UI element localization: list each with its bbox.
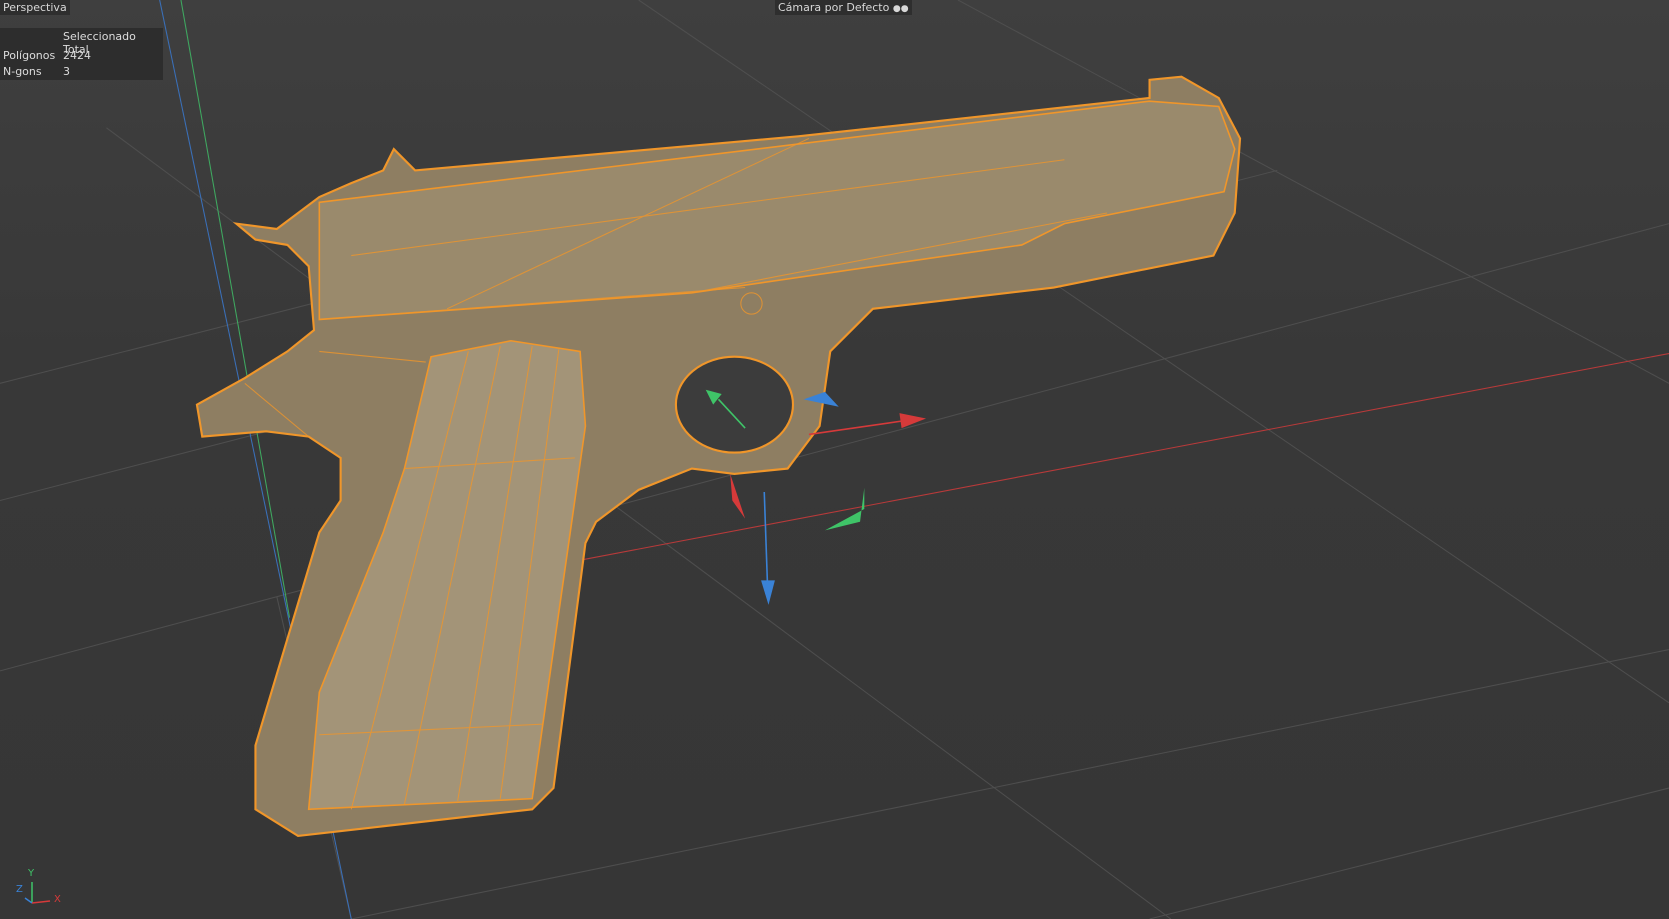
xy-plane-handle[interactable] [824,487,865,531]
hud-row-value: 2424 [63,49,91,62]
axis-z-label: Z [16,884,23,895]
camera-name: Cámara por Defecto [778,1,890,14]
hud-row-value: 3 [63,65,70,78]
scene-3d[interactable] [0,0,1669,919]
camera-name-label[interactable]: Cámara por Defecto ●● [775,0,912,15]
hud-row-label: Polígonos [3,49,56,62]
axis-indicator: Y X Z [10,868,70,913]
hud-row-label: N-gons [3,65,42,78]
viewport-perspective[interactable]: Perspectiva Cámara por Defecto ●● Selecc… [0,0,1669,919]
z-arrow-handle[interactable] [761,580,775,605]
selection-info-hud: Seleccionado Total Polígonos 2424 N-gons… [0,28,163,80]
view-name-label[interactable]: Perspectiva [0,0,70,15]
world-y-axis [180,0,291,618]
yz-plane-handle[interactable] [730,473,746,519]
axis-y-label: Y [28,868,35,879]
pistol-mesh[interactable] [195,75,1242,838]
camera-icon: ●● [892,4,909,14]
axis-x-label: X [54,894,61,905]
